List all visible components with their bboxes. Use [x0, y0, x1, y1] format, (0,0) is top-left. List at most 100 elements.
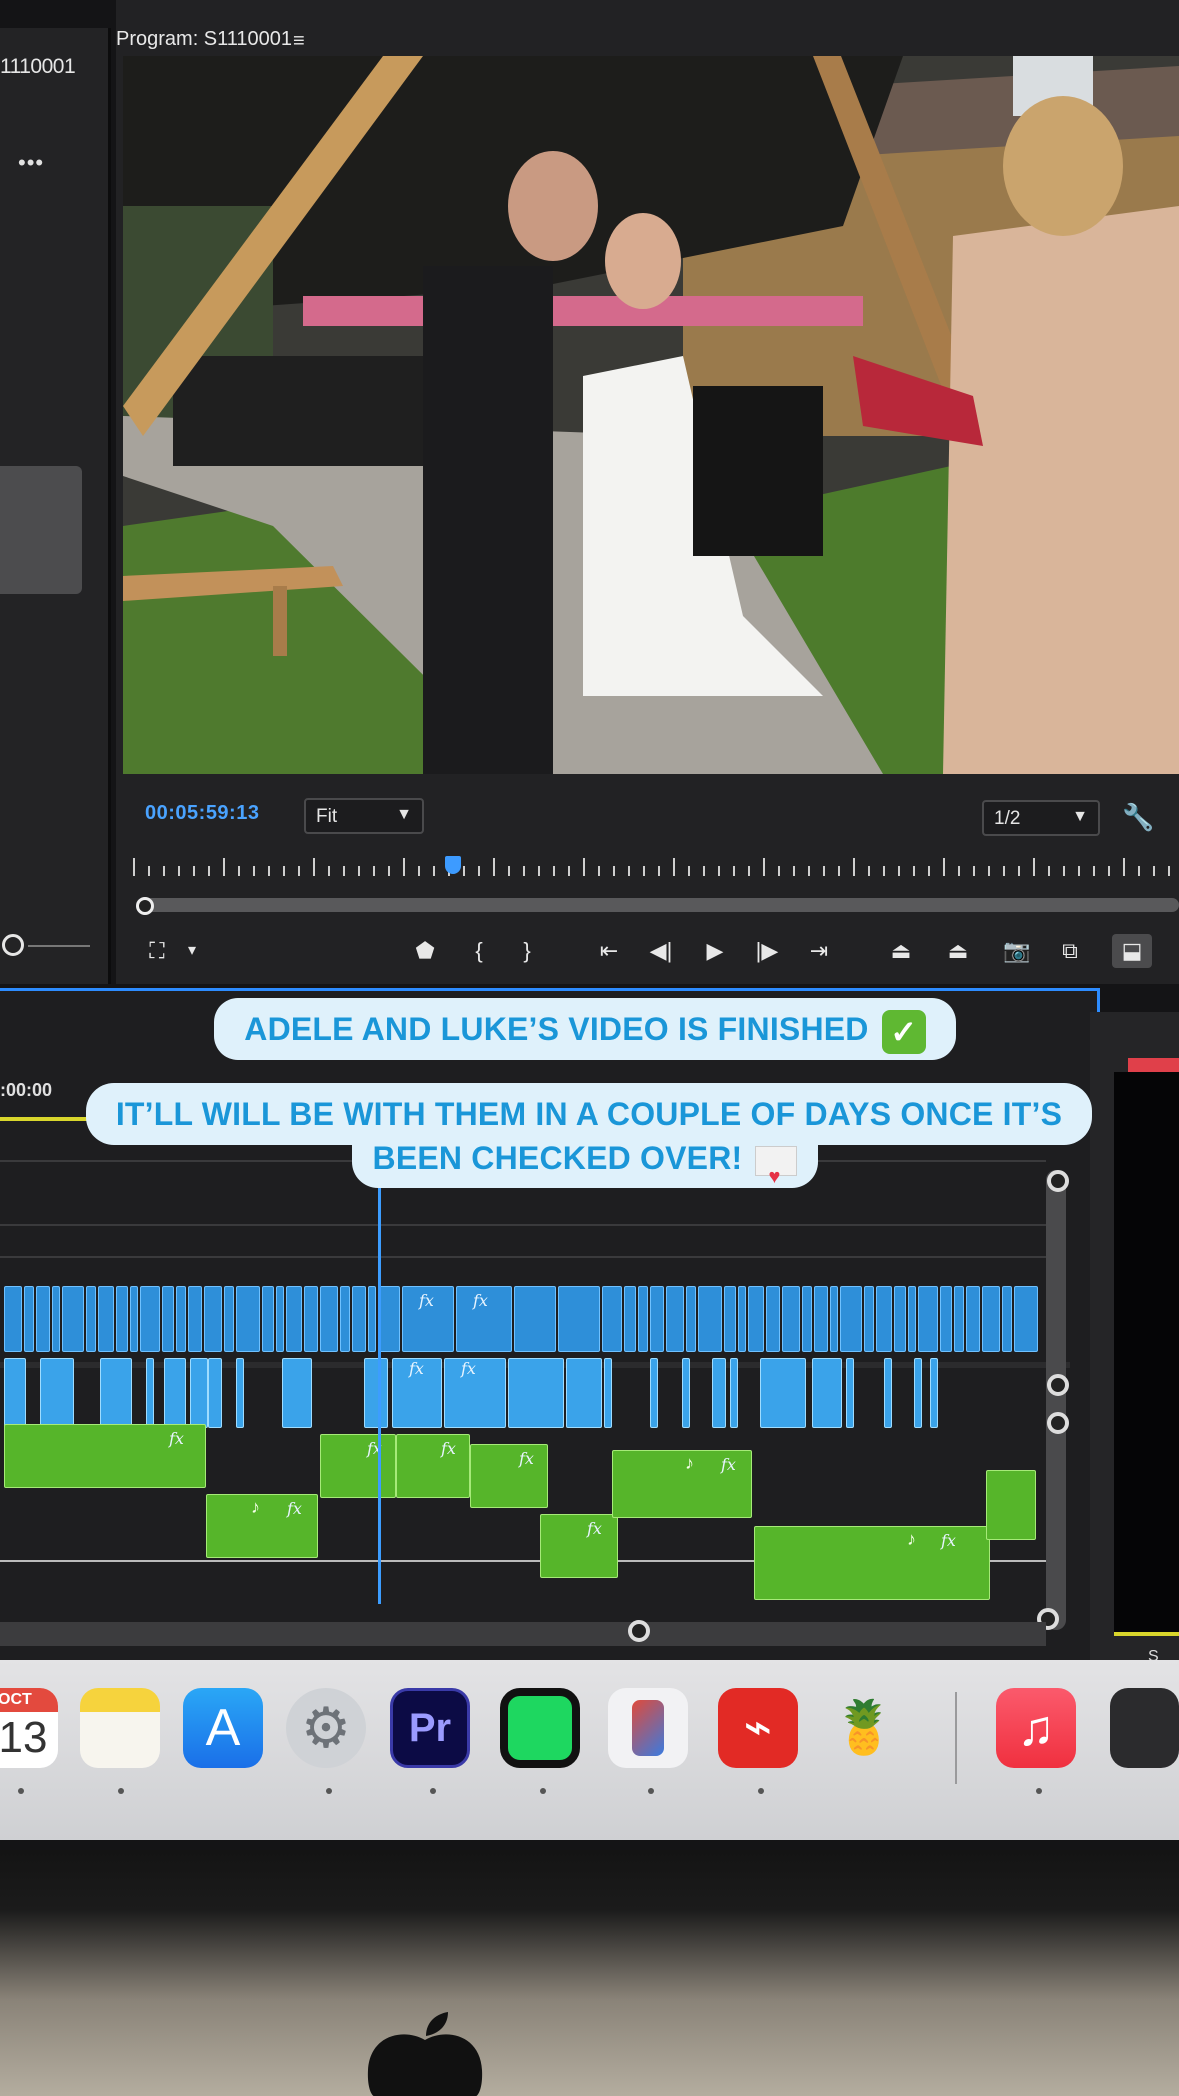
video-clip[interactable] [236, 1286, 260, 1352]
mark-out-icon[interactable]: } [514, 934, 540, 968]
video-clip[interactable] [966, 1286, 980, 1352]
video-clip[interactable]: fx [402, 1286, 454, 1352]
video-clip[interactable] [282, 1358, 312, 1428]
video-clip[interactable] [894, 1286, 906, 1352]
audio-clip[interactable]: ♪ fx [206, 1494, 318, 1558]
quicktime-app-icon[interactable] [1110, 1688, 1179, 1768]
video-clip[interactable] [262, 1286, 274, 1352]
video-clip[interactable] [982, 1286, 1000, 1352]
mark-in-icon[interactable]: { [466, 934, 492, 968]
audio-clip[interactable]: ♪ fx [754, 1526, 990, 1600]
video-clip[interactable] [712, 1358, 726, 1428]
zoom-scroll-bar[interactable] [136, 898, 1179, 912]
vertical-scrollbar[interactable] [1046, 1170, 1066, 1630]
audio-clip[interactable]: fx [540, 1514, 618, 1578]
video-clip[interactable] [4, 1358, 26, 1428]
audio-clip[interactable]: ♪ fx [612, 1450, 752, 1518]
video-clip[interactable] [558, 1286, 600, 1352]
video-clip[interactable] [146, 1358, 154, 1428]
video-clip[interactable] [162, 1286, 174, 1352]
horizontal-scrollbar[interactable] [0, 1622, 1046, 1646]
video-clip[interactable] [738, 1286, 746, 1352]
acrobat-app-icon[interactable]: ⌁ [718, 1688, 798, 1768]
scroll-knob[interactable] [1047, 1374, 1069, 1396]
video-clip[interactable] [4, 1286, 22, 1352]
video-clip[interactable] [760, 1358, 806, 1428]
video-clip[interactable] [236, 1358, 244, 1428]
video-clip[interactable] [814, 1286, 828, 1352]
video-clip[interactable] [624, 1286, 636, 1352]
video-clip[interactable] [378, 1286, 400, 1352]
video-clip[interactable] [908, 1286, 916, 1352]
video-clip[interactable] [638, 1286, 648, 1352]
time-ruler[interactable] [130, 858, 1179, 884]
go-to-out-icon[interactable]: ⇥ [804, 934, 834, 968]
video-clip[interactable] [1002, 1286, 1012, 1352]
playhead-timecode[interactable]: 00:05:59:13 [145, 802, 259, 825]
video-clip[interactable] [36, 1286, 50, 1352]
lift-icon[interactable]: ⏏ [884, 934, 918, 968]
video-clip[interactable] [514, 1286, 556, 1352]
video-clip[interactable] [884, 1358, 892, 1428]
video-clip[interactable] [364, 1358, 388, 1428]
video-clip[interactable] [812, 1358, 842, 1428]
video-clip[interactable] [352, 1286, 366, 1352]
extract-icon[interactable]: ⏏ [940, 934, 976, 968]
video-clip[interactable] [724, 1286, 736, 1352]
video-clip[interactable] [98, 1286, 114, 1352]
playback-resolution-dropdown[interactable]: 1/2 ▼ [982, 800, 1100, 836]
video-clip[interactable] [208, 1358, 222, 1428]
video-clip[interactable] [276, 1286, 284, 1352]
video-clip[interactable] [730, 1358, 738, 1428]
step-forward-icon[interactable]: |▶ [752, 934, 782, 968]
video-clip[interactable] [666, 1286, 684, 1352]
video-clip[interactable] [864, 1286, 874, 1352]
app-store-icon[interactable]: A [183, 1688, 263, 1768]
video-clip[interactable] [602, 1286, 622, 1352]
video-clip[interactable] [954, 1286, 964, 1352]
audio-clip[interactable]: fx [320, 1434, 396, 1498]
video-clip[interactable] [304, 1286, 318, 1352]
audio-clip[interactable] [986, 1470, 1036, 1540]
iphone-mirroring-app-icon[interactable] [608, 1688, 688, 1768]
video-clip[interactable] [1014, 1286, 1038, 1352]
video-clip[interactable] [682, 1358, 690, 1428]
comparison-view-icon[interactable]: ⧉ [1052, 934, 1088, 968]
scroll-knob[interactable] [628, 1620, 650, 1642]
scroll-knob[interactable] [1047, 1412, 1069, 1434]
playhead-marker[interactable] [445, 856, 461, 874]
toggle-proxies-button[interactable]: ⬓ [1112, 934, 1152, 968]
video-clip[interactable] [840, 1286, 862, 1352]
video-clip[interactable]: fx [456, 1286, 512, 1352]
export-frame-camera-icon[interactable]: 📷 [1000, 934, 1034, 968]
zoom-scroll-handle[interactable] [136, 897, 154, 915]
video-clip[interactable]: fx [444, 1358, 506, 1428]
video-clip[interactable] [782, 1286, 800, 1352]
video-clip[interactable] [130, 1286, 138, 1352]
video-clip[interactable] [686, 1286, 696, 1352]
play-icon[interactable]: ▶ [700, 934, 730, 968]
video-clip[interactable] [566, 1358, 602, 1428]
video-clip[interactable] [224, 1286, 234, 1352]
timeline-timecode[interactable]: :00:00 [0, 1080, 52, 1101]
video-clip[interactable] [508, 1358, 564, 1428]
settings-wrench-icon[interactable]: 🔧 [1122, 802, 1154, 833]
timeline-playhead-line[interactable] [378, 1184, 381, 1604]
spotify-app-icon[interactable] [500, 1688, 580, 1768]
add-marker-icon[interactable]: ⬟ [412, 934, 438, 968]
video-clip[interactable] [876, 1286, 892, 1352]
video-clip[interactable] [604, 1358, 612, 1428]
video-clip[interactable] [164, 1358, 186, 1428]
video-clip[interactable] [368, 1286, 376, 1352]
video-clip[interactable] [116, 1286, 128, 1352]
video-clip[interactable] [40, 1358, 74, 1428]
video-clip[interactable] [766, 1286, 780, 1352]
safe-margins-icon[interactable]: ⛶ [140, 934, 174, 968]
video-clip[interactable] [190, 1358, 208, 1428]
video-clip[interactable] [698, 1286, 722, 1352]
video-clip[interactable] [204, 1286, 222, 1352]
video-clip[interactable] [918, 1286, 938, 1352]
audio-clip[interactable]: fx [470, 1444, 548, 1508]
zoom-slider-knob[interactable] [2, 934, 24, 956]
video-clip[interactable] [650, 1358, 658, 1428]
